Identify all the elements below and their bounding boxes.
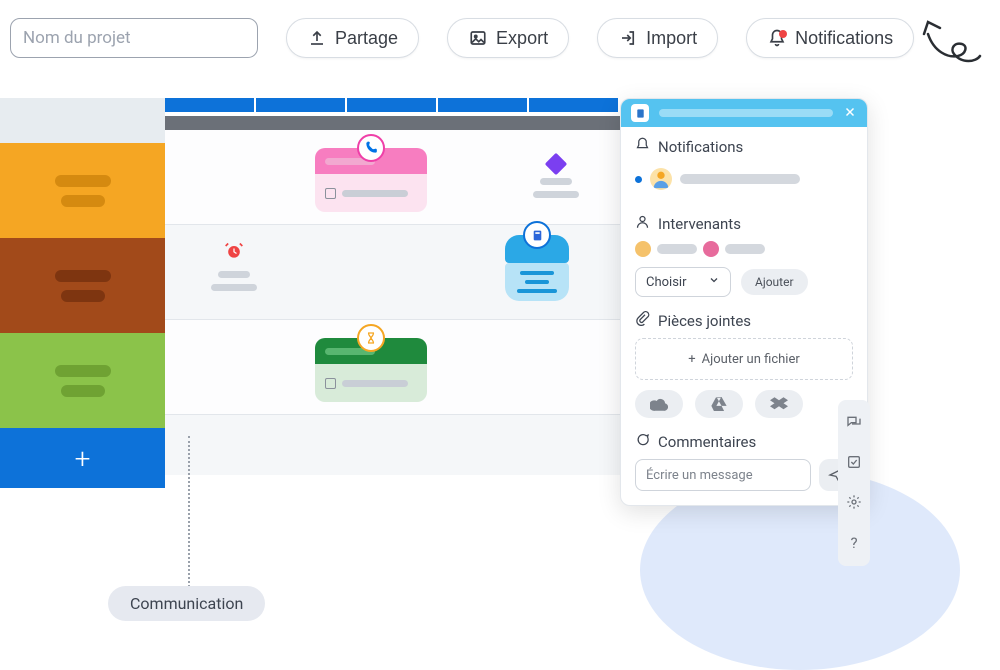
communication-label: Communication (108, 586, 265, 621)
drive-icon (711, 397, 727, 411)
header-blank (0, 98, 165, 143)
task-card-green[interactable] (315, 338, 427, 402)
row-header-1[interactable] (0, 143, 165, 238)
bell-icon (767, 28, 787, 48)
chat-icon (635, 432, 650, 451)
row-header-2[interactable] (0, 238, 165, 333)
grid-row-2[interactable] (165, 225, 620, 320)
plus-icon: + (75, 442, 91, 475)
task-card-blue[interactable] (505, 235, 569, 301)
notifications-label: Notifications (795, 28, 893, 49)
milestone-diamond[interactable] (533, 156, 579, 198)
checklist-rail-icon[interactable] (846, 454, 862, 474)
dropbox-button[interactable] (755, 390, 803, 418)
timeline-subheader (165, 116, 620, 130)
diamond-icon (545, 153, 568, 176)
avatar-1 (635, 241, 651, 257)
export-button[interactable]: Export (447, 18, 569, 58)
notifications-section: Notifications (621, 127, 867, 204)
cloud-storage-button[interactable] (635, 390, 683, 418)
upload-icon (307, 28, 327, 48)
import-button[interactable]: Import (597, 18, 718, 58)
avatar-2 (703, 241, 719, 257)
swirl-arrow-icon (920, 18, 990, 72)
bell-outline-icon (635, 137, 650, 156)
add-file-label: Ajouter un fichier (702, 352, 800, 367)
close-icon[interactable] (843, 104, 857, 123)
intervenants-title: Intervenants (658, 215, 741, 233)
add-file-dropzone[interactable]: + Ajouter un fichier (635, 338, 853, 380)
hourglass-icon (357, 324, 385, 352)
google-drive-button[interactable] (695, 390, 743, 418)
cloud-icon (650, 397, 668, 411)
notifications-button[interactable]: Notifications (746, 18, 914, 58)
import-label: Import (646, 28, 697, 49)
chat-rail-icon[interactable] (846, 414, 862, 434)
notifications-title: Notifications (658, 138, 743, 156)
grid-area (165, 98, 620, 475)
export-label: Export (496, 28, 548, 49)
comment-input[interactable]: Écrire un message (635, 459, 811, 491)
connector-line (188, 436, 190, 591)
panel-title-placeholder (659, 109, 833, 117)
import-icon (618, 28, 638, 48)
select-label: Choisir (646, 275, 686, 290)
row-header-3[interactable] (0, 333, 165, 428)
plus-small-icon: + (688, 352, 695, 367)
grid-row-3[interactable] (165, 320, 620, 415)
detail-panel: Notifications Intervenants Choisir (620, 98, 868, 506)
grid-row-1[interactable] (165, 130, 620, 225)
commentaires-title: Commentaires (658, 433, 756, 451)
grid-row-add (165, 415, 620, 475)
partage-label: Partage (335, 28, 398, 49)
person-icon (635, 214, 650, 233)
phone-icon (357, 134, 385, 162)
dropbox-icon (770, 397, 788, 411)
panel-type-icon (631, 104, 649, 122)
task-card-pink[interactable] (315, 148, 427, 212)
paperclip-icon (635, 311, 650, 330)
partage-button[interactable]: Partage (286, 18, 419, 58)
panel-header (621, 99, 867, 127)
help-rail-icon[interactable]: ? (850, 534, 857, 552)
book-icon (523, 221, 551, 249)
avatar (650, 168, 672, 190)
pieces-jointes-title: Pièces jointes (658, 312, 751, 330)
unread-dot (635, 176, 642, 183)
alarm-marker[interactable] (211, 241, 257, 291)
timeline-header (165, 98, 620, 112)
notification-item[interactable] (635, 164, 853, 200)
project-name-input[interactable]: Nom du projet (10, 18, 258, 58)
commentaires-section: Commentaires Écrire un message (621, 422, 867, 505)
intervenants-section: Intervenants Choisir Ajouter (621, 204, 867, 301)
intervenant-select[interactable]: Choisir (635, 267, 731, 297)
add-row-button[interactable]: + (0, 428, 165, 488)
chevron-down-icon (708, 274, 720, 290)
row-headers: + (0, 98, 165, 488)
toolbar: Nom du projet Partage Export Import Noti… (10, 18, 914, 58)
ajouter-intervenant-button[interactable]: Ajouter (741, 269, 808, 295)
alarm-icon (224, 241, 244, 265)
panel-rail: ? (838, 400, 870, 566)
pieces-jointes-section: Pièces jointes + Ajouter un fichier (621, 301, 867, 422)
image-icon (468, 28, 488, 48)
gear-rail-icon[interactable] (846, 494, 862, 514)
